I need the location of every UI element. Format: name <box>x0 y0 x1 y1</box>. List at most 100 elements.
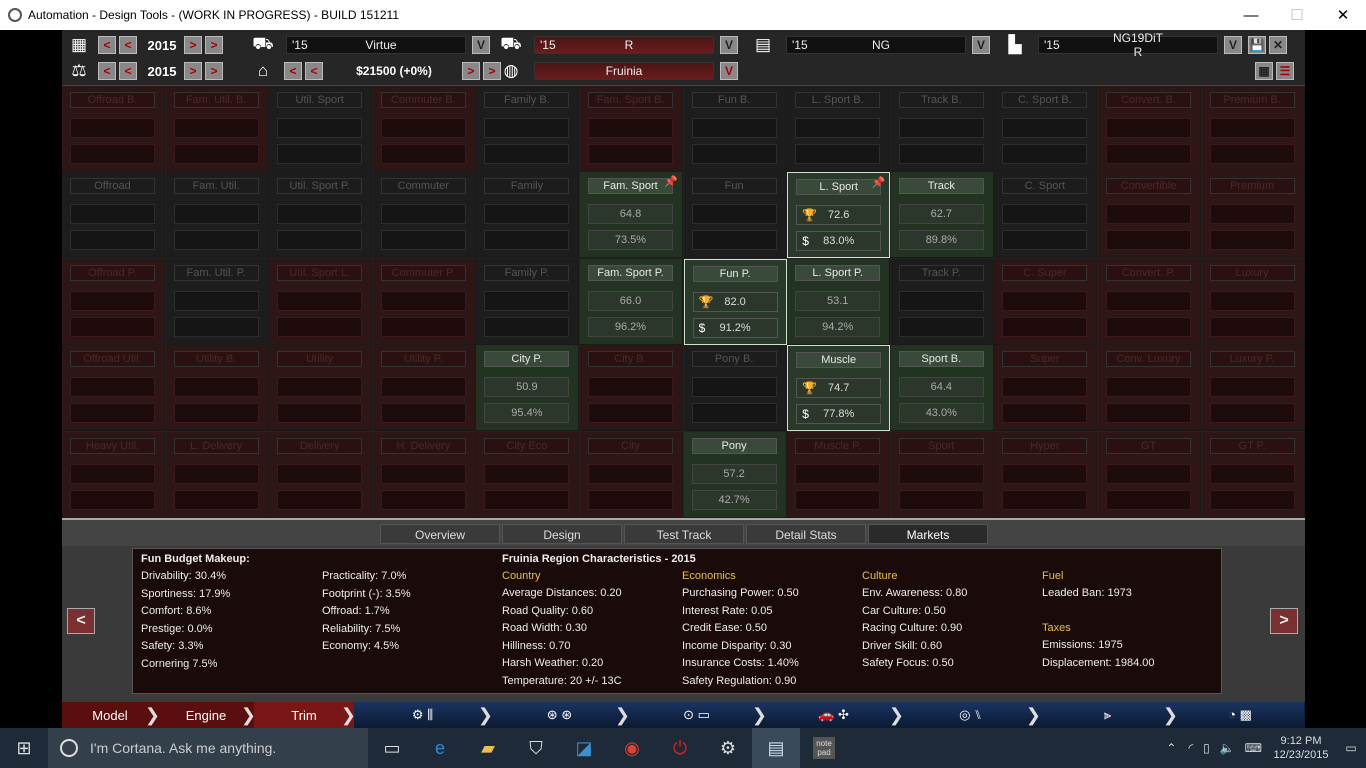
pin-icon[interactable]: 📌 <box>871 176 885 189</box>
nav-testing[interactable]: ◔ ▩ <box>1176 702 1304 728</box>
engine-variant-dropdown-button[interactable]: V <box>1224 36 1242 54</box>
market-cell[interactable]: Premium <box>1201 172 1305 259</box>
year-first-button[interactable]: < <box>98 36 116 54</box>
engine-family-dropdown-button[interactable]: V <box>972 36 990 54</box>
market-cell[interactable]: Conv. Luxury <box>1098 345 1201 432</box>
market-cell[interactable]: Fam. Util. B. <box>165 86 269 172</box>
wifi-icon[interactable]: ◜ <box>1188 741 1193 755</box>
market-cell[interactable]: Fam. Sport 📌 64.8 73.5% <box>580 172 683 259</box>
nav-body[interactable]: ⊙ ▭ ❯ <box>628 702 767 728</box>
save-icon[interactable]: 💾 <box>1248 36 1266 54</box>
market-cell[interactable]: Track 62.7 89.8% <box>890 172 994 259</box>
market-cell[interactable]: H. Delivery <box>372 431 476 518</box>
region-dropdown-button[interactable]: V <box>720 62 738 80</box>
market-cell[interactable]: L. Sport 📌 🏆 72.6 $83.0% <box>787 172 891 259</box>
volume-icon[interactable]: 🔈 <box>1220 741 1235 755</box>
market-cell[interactable]: Utility P. <box>372 345 476 432</box>
market-cell[interactable]: Utility <box>269 345 373 432</box>
model-selector[interactable]: '15 Virtue <box>286 36 466 54</box>
trim-dropdown-button[interactable]: V <box>720 36 738 54</box>
market-cell[interactable]: Offroad P. <box>62 258 165 345</box>
list-view-icon[interactable]: ☰ <box>1276 62 1294 80</box>
market-cell[interactable]: Sport B. 64.4 43.0% <box>890 345 994 432</box>
market-cell[interactable]: Heavy Util. <box>62 431 165 518</box>
windows-start-icon[interactable]: ⊞ <box>0 728 48 768</box>
network-icon[interactable]: ▯ <box>1203 741 1210 755</box>
pin-icon[interactable]: 📌 <box>664 175 678 188</box>
market-cell[interactable]: C. Super <box>994 258 1098 345</box>
close-window-button[interactable]: ✕ <box>1320 0 1366 30</box>
market-cell[interactable]: Convert. B. <box>1098 86 1201 172</box>
price-prev-button[interactable]: < <box>305 62 323 80</box>
model-dropdown-button[interactable]: V <box>472 36 490 54</box>
maximize-button[interactable]: ☐ <box>1274 0 1320 30</box>
market-cell[interactable]: Hyper <box>994 431 1098 518</box>
market-cell[interactable]: Pony B. <box>683 345 787 432</box>
nav-trim[interactable]: Trim ❯ <box>254 702 356 728</box>
year-next-button[interactable]: > <box>184 36 202 54</box>
market-cell[interactable]: Fun B. <box>683 86 787 172</box>
notifications-icon[interactable]: ▭ <box>1336 741 1366 755</box>
market-cell[interactable]: City Eco <box>476 431 580 518</box>
file-explorer-icon[interactable]: ▰ <box>464 728 512 768</box>
market-cell[interactable]: Family B. <box>476 86 580 172</box>
year2-first-button[interactable]: < <box>98 62 116 80</box>
nav-drivetrain[interactable]: ⚙ ⫼ ❯ <box>354 702 493 728</box>
nav-suspension[interactable]: ⊛ ⊛ ❯ <box>491 702 630 728</box>
nav-model[interactable]: Model ❯ <box>62 702 160 728</box>
nav-engine[interactable]: Engine ❯ <box>158 702 256 728</box>
year-last-button[interactable]: > <box>205 36 223 54</box>
year2-next-button[interactable]: > <box>184 62 202 80</box>
market-cell[interactable]: City <box>580 431 683 518</box>
system-clock[interactable]: 9:12 PM 12/23/2015 <box>1266 734 1336 762</box>
market-cell[interactable]: Luxury P. <box>1201 345 1305 432</box>
market-cell[interactable]: L. Delivery <box>165 431 269 518</box>
cortana-search[interactable]: I'm Cortana. Ask me anything. <box>48 728 368 768</box>
year-prev-button[interactable]: < <box>119 36 137 54</box>
market-cell[interactable]: Commuter B. <box>372 86 476 172</box>
notepad-icon[interactable]: note pad <box>800 728 848 768</box>
market-cell[interactable]: GT P. <box>1201 431 1305 518</box>
market-cell[interactable]: Convertible <box>1098 172 1201 259</box>
market-cell[interactable]: Fun <box>683 172 787 259</box>
year2-prev-button[interactable]: < <box>119 62 137 80</box>
steam-icon[interactable]: ⚙ <box>704 728 752 768</box>
market-cell[interactable]: Pony 57.2 42.7% <box>683 431 787 518</box>
chrome-icon[interactable]: ◉ <box>608 728 656 768</box>
market-cell[interactable]: L. Sport P. 53.1 94.2% <box>787 258 891 345</box>
market-cell[interactable]: Util. Sport L. <box>269 258 373 345</box>
price-next-button[interactable]: > <box>462 62 480 80</box>
market-cell[interactable]: Delivery <box>269 431 373 518</box>
tab-detail-stats[interactable]: Detail Stats <box>746 524 866 544</box>
nav-interior[interactable]: ◎ ⑊ ❯ <box>902 702 1041 728</box>
market-cell[interactable]: Family P. <box>476 258 580 345</box>
market-cell[interactable]: Fun P. 🏆 82.0 $91.2% <box>683 258 787 345</box>
market-cell[interactable]: Track P. <box>890 258 994 345</box>
year2-last-button[interactable]: > <box>205 62 223 80</box>
market-cell[interactable]: Convert. P. <box>1098 258 1201 345</box>
trim-selector[interactable]: '15 R <box>534 36 714 54</box>
market-cell[interactable]: Fam. Sport P. 66.0 96.2% <box>580 258 683 345</box>
engine-variant-selector[interactable]: '15 NG19DiT R <box>1038 31 1218 59</box>
language-icon[interactable]: ⌨ <box>1245 741 1262 755</box>
market-cell[interactable]: Super <box>994 345 1098 432</box>
edge-icon[interactable]: e <box>416 728 464 768</box>
market-cell[interactable]: Commuter <box>372 172 476 259</box>
market-cell[interactable]: Sport <box>890 431 994 518</box>
panel-next-button[interactable]: > <box>1270 608 1298 634</box>
market-cell[interactable]: Muscle P. <box>787 431 891 518</box>
store-icon[interactable]: ⛉ <box>512 728 560 768</box>
app-icon-blue[interactable]: ◪ <box>560 728 608 768</box>
market-cell[interactable]: Offroad B. <box>62 86 165 172</box>
market-cell[interactable]: Utility B. <box>165 345 269 432</box>
market-cell[interactable]: Commuter P. <box>372 258 476 345</box>
market-cell[interactable]: L. Sport B. <box>787 86 891 172</box>
market-cell[interactable]: GT <box>1098 431 1201 518</box>
market-cell[interactable]: City P. 50.9 95.4% <box>476 345 580 432</box>
market-cell[interactable]: Fam. Util. P. <box>165 258 269 345</box>
close-project-button[interactable]: ✕ <box>1269 36 1287 54</box>
nav-tuning[interactable]: ⫸ ❯ <box>1039 702 1178 728</box>
power-app-icon[interactable]: ⏻ <box>656 728 704 768</box>
automation-app-icon[interactable]: ▤ <box>752 728 800 768</box>
market-cell[interactable]: Luxury <box>1201 258 1305 345</box>
